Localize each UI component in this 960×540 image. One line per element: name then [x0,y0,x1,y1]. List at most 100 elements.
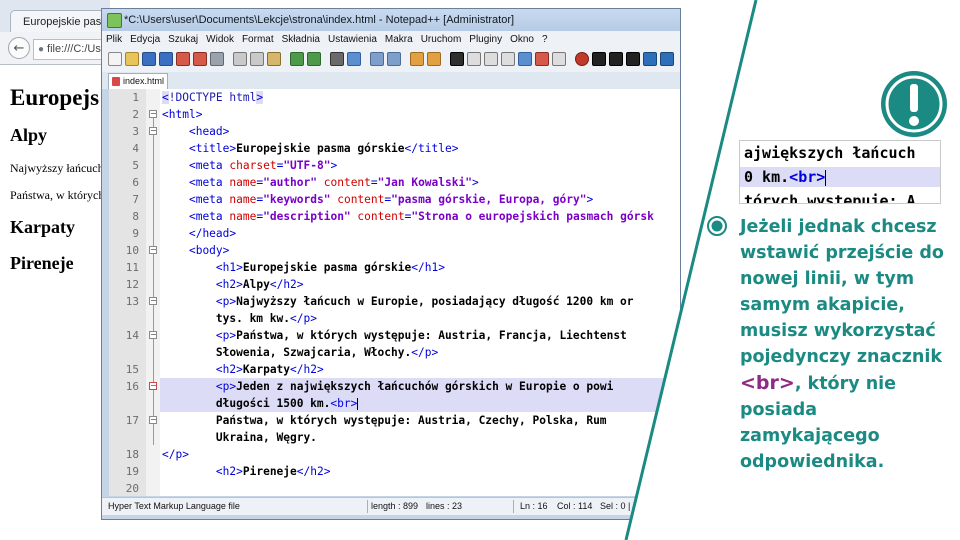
code-token: Państwa, w których występuje: Austria, F… [236,329,627,342]
cut-icon[interactable] [233,52,247,66]
file-tab-index[interactable]: index.html [108,73,168,89]
code-token: br [337,397,351,410]
menu-item-szukaj[interactable]: Szukaj [164,31,202,48]
code-editor[interactable]: 1 2 3 4 5 6 7 8 9 10 11 12 13 14 15 16 1… [109,89,680,496]
menu-item-plik[interactable]: Plik [102,31,126,48]
print-icon[interactable] [210,52,224,66]
code-line-17-wrap: Ukraina, Węgry. [162,429,317,446]
menu-item-help[interactable]: ? [538,31,552,48]
save-icon[interactable] [142,52,156,66]
code-token: h1 [222,261,237,274]
redo-icon[interactable] [307,52,321,66]
run-macro-multiple-icon[interactable] [626,52,640,66]
fold-minus-icon[interactable]: − [149,127,157,135]
zoom-out-icon[interactable] [387,52,401,66]
back-arrow-icon[interactable]: ← [8,37,30,59]
status-col: Col : 114 [557,501,593,511]
code-line-2: <html> [162,108,203,121]
fold-minus-icon[interactable]: − [149,246,157,254]
code-line-8: <meta name="description" content="Strona… [188,210,654,223]
text-cursor [825,169,827,186]
bullet-circle-icon [707,216,727,236]
code-line-3: <head> [188,125,230,138]
paste-icon[interactable] [267,52,281,66]
menu-item-format[interactable]: Format [238,31,278,48]
status-sel: Sel : 0 | 0 [600,501,638,511]
find-icon[interactable] [330,52,344,66]
line-number: 14 [125,329,139,342]
stop-macro-icon[interactable] [592,52,606,66]
indent-guide-icon[interactable] [484,52,498,66]
zoom-line-2: 0 km.<br> [744,168,827,186]
function-list-icon[interactable] [535,52,549,66]
code-token: content [323,176,371,189]
browser-tab[interactable]: Europejskie pasma [10,10,110,32]
new-file-icon[interactable] [108,52,122,66]
open-file-icon[interactable] [125,52,139,66]
code-line-1: <!DOCTYPE html> [162,91,264,104]
replace-icon[interactable] [347,52,361,66]
url-input[interactable]: ● file:///C:/Us [33,39,110,60]
line-number: 19 [125,465,139,478]
show-all-chars-icon[interactable] [467,52,481,66]
line-number: 4 [132,142,139,155]
page-heading-pireneje: Pireneje [10,253,74,273]
code-token: "description" [263,210,351,223]
menu-item-ustawienia[interactable]: Ustawienia [324,31,381,48]
url-text: file:///C:/Us [47,43,101,55]
arrow-up-icon[interactable] [660,52,674,66]
fold-minus-icon[interactable]: − [149,297,157,305]
status-length: length : 899 [371,501,419,511]
code-token: title [195,142,230,155]
record-macro-icon[interactable] [575,52,589,66]
exclamation-alert-icon [881,71,947,137]
doc-map-icon[interactable] [518,52,532,66]
line-number: 11 [125,261,139,274]
fold-minus-icon[interactable]: − [149,416,157,424]
fold-minus-icon[interactable]: − [149,110,157,118]
code-token: h2 [222,278,237,291]
code-line-15: <h2>Karpaty</h2> [215,363,324,376]
undo-icon[interactable] [290,52,304,66]
code-token: title [418,142,452,155]
fold-minus-icon[interactable]: − [149,382,157,390]
code-line-19: <h2>Pireneje</h2> [215,465,331,478]
status-separator [513,500,514,513]
menu-bar: Plik Edycja Szukaj Widok Format Składnia Ustaw… [102,31,680,48]
save-macro-icon[interactable] [643,52,657,66]
menu-item-makra[interactable]: Makra [381,31,417,48]
fold-minus-icon[interactable]: − [149,331,157,339]
code-token: Europejskie pasma górskie [242,261,412,274]
line-number: 17 [125,414,139,427]
user-lang-icon[interactable] [501,52,515,66]
zoom-in-icon[interactable] [370,52,384,66]
code-token: name [229,176,257,189]
sync-scroll-icon[interactable] [410,52,424,66]
menu-item-pluginy[interactable]: Pluginy [465,31,506,48]
sync-horizontal-icon[interactable] [427,52,441,66]
code-token: Ukraina, Węgry. [215,431,317,444]
menu-item-widok[interactable]: Widok [202,31,238,48]
code-token: h2 [303,363,317,376]
menu-item-uruchom[interactable]: Uruchom [417,31,466,48]
copy-icon[interactable] [250,52,264,66]
code-line-18: </p> [162,448,189,461]
code-line-14-wrap: Słowenia, Szwajcaria, Włochy.</p> [215,346,439,359]
save-all-icon[interactable] [159,52,173,66]
word-wrap-icon[interactable] [450,52,464,66]
code-line-14: <p>Państwa, w których występuje: Austria… [215,329,627,342]
play-macro-icon[interactable] [609,52,623,66]
unsaved-file-icon [112,77,120,86]
code-token: meta [195,193,223,206]
status-ln: Ln : 16 [520,501,548,511]
status-filetype: Hyper Text Markup Language file [108,501,240,511]
close-all-icon[interactable] [193,52,207,66]
menu-item-skladnia[interactable]: Składnia [278,31,324,48]
folder-workspace-icon[interactable] [552,52,566,66]
code-token: tys. km kw. [215,312,290,325]
menu-item-okno[interactable]: Okno [506,31,538,48]
menu-item-edycja[interactable]: Edycja [126,31,164,48]
code-token: h2 [283,278,297,291]
code-token: meta [195,176,223,189]
close-icon[interactable] [176,52,190,66]
